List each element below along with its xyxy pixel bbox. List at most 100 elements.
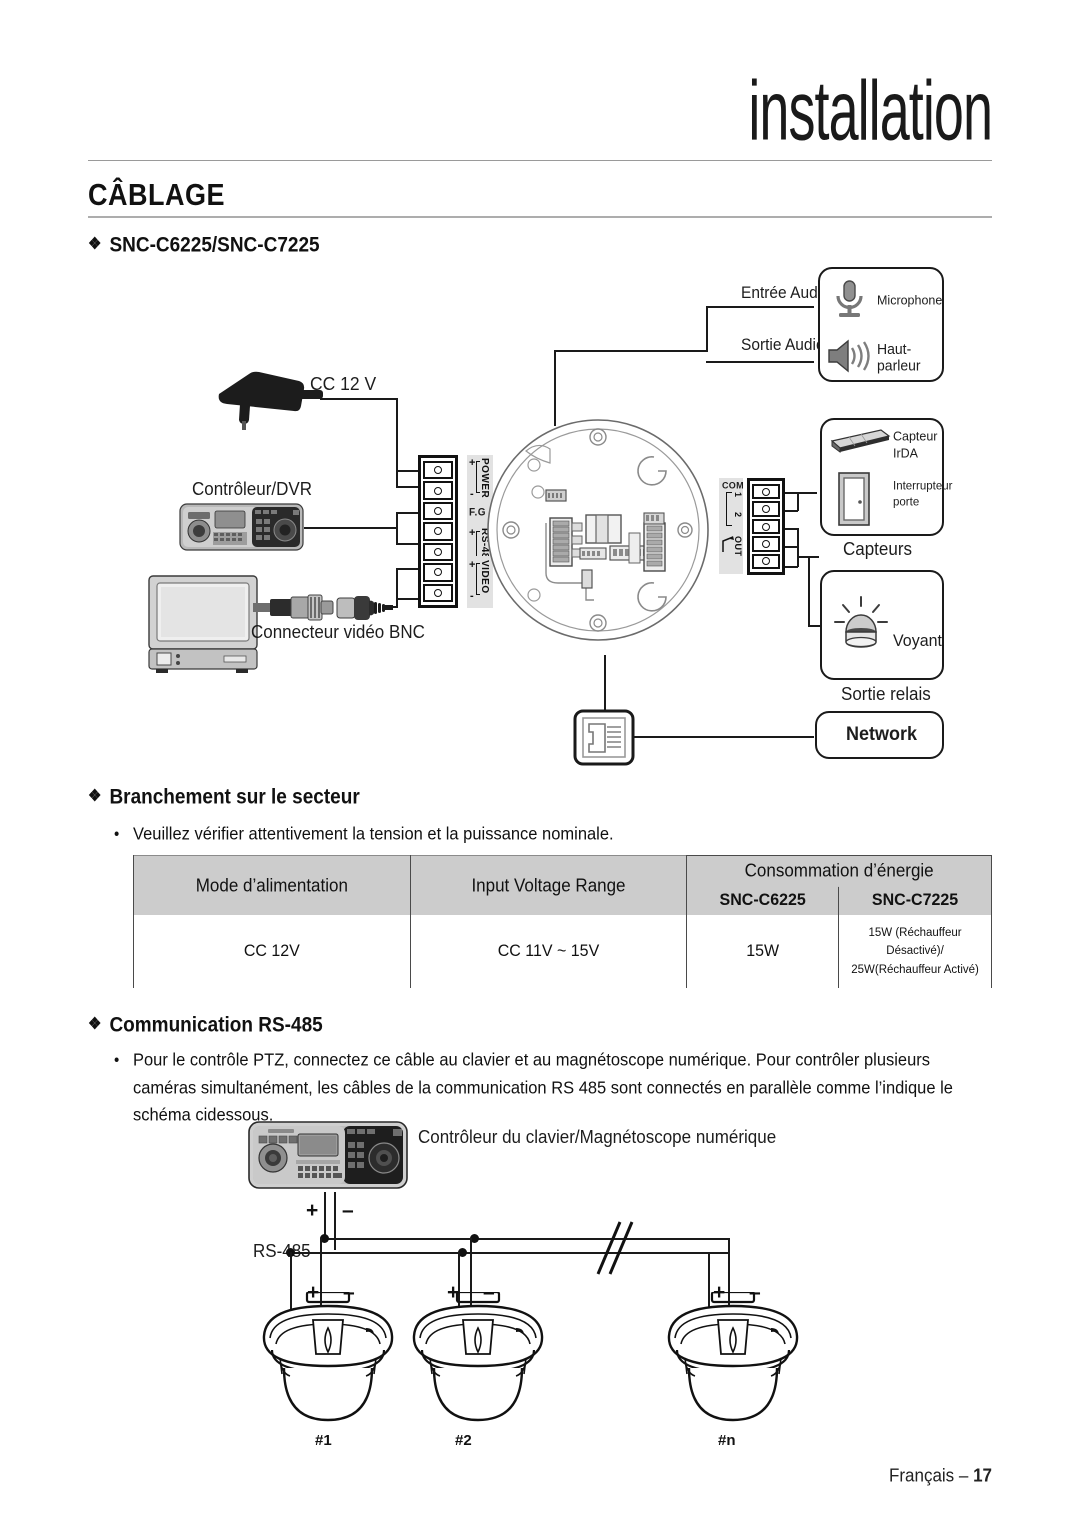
monitor-icon — [148, 575, 260, 678]
rs485-diagram: Contrôleur du clavier/Magnétoscope numér… — [0, 0, 1080, 1524]
speaker-label-line1: Haut- — [877, 340, 912, 357]
header-consumption: Consommation d’énergie — [686, 854, 992, 887]
keyboard-controller-icon — [248, 1120, 408, 1197]
subsection-power: ❖ Branchement sur le secteur — [88, 786, 360, 810]
header-model-c6225: SNC-C6225 — [686, 884, 840, 917]
terminal-pin — [752, 536, 780, 552]
controller-minus-sign: – — [342, 1199, 354, 1222]
diamond-bullet-icon: ❖ — [88, 1014, 102, 1034]
subsection-models-label: SNC-C6225/SNC-C7225 — [109, 233, 320, 257]
subsection-power-label: Branchement sur le secteur — [109, 785, 360, 809]
relay-wire-h4 — [808, 625, 820, 627]
page-title: CÂBLAGE — [88, 178, 225, 212]
cell-c6225: 15W — [686, 912, 840, 991]
door-switch-label: Interrupteur porte — [893, 479, 952, 511]
terminal-fg-label: F.G — [469, 507, 487, 519]
power-wire-h2 — [396, 470, 418, 472]
audio-in-label: Entrée Audio — [741, 284, 830, 303]
alarm-lamp-icon — [833, 596, 889, 655]
chapter-title: installation — [748, 64, 993, 159]
irda-sensor-icon — [829, 427, 891, 460]
controller-minus-wire — [334, 1192, 336, 1250]
power-supply-label: CC 12 V — [310, 373, 377, 395]
cell-voltage: CC 11V ~ 15V — [409, 912, 688, 991]
terminal-pin — [423, 481, 453, 500]
terminal-pin — [423, 501, 453, 521]
subsection-rs485-label: Communication RS-485 — [109, 1013, 323, 1037]
terminal-pin — [423, 542, 453, 562]
terminal-pin — [423, 563, 453, 582]
sensor-wire-v1 — [797, 492, 799, 511]
bnc-connector-label: Connecteur vidéo BNC — [251, 622, 425, 643]
controller-plus-sign: + — [306, 1199, 319, 1222]
footer-page-number: 17 — [973, 1465, 992, 1486]
cell-c7225-line2: 25W(Réchauffeur Activé) — [851, 962, 979, 976]
video-minus-sign: - — [470, 590, 474, 602]
table-head: Mode d’alimentation Input Voltage Range … — [133, 853, 992, 918]
rs485-wire-h3 — [396, 543, 418, 545]
terminal-pin — [752, 553, 780, 570]
sensor-wire-h1 — [785, 492, 817, 494]
power-bullet: • Veuillez vérifier attentivement la tens… — [114, 821, 614, 849]
subsection-models: ❖ SNC-C6225/SNC-C7225 — [88, 234, 320, 258]
diamond-bullet-icon: ❖ — [88, 234, 102, 254]
power-bracket — [476, 461, 480, 493]
bus-line-plus-right — [650, 1238, 730, 1240]
network-wire-h — [634, 736, 814, 738]
rs485-wire-v1 — [396, 513, 398, 545]
rs485-wire-h2 — [396, 512, 418, 514]
terminal-pin — [752, 501, 780, 517]
terminal-pin — [752, 484, 780, 500]
relay-wire-v2 — [808, 556, 810, 626]
network-wire-v — [604, 655, 606, 710]
video-wire-v1 — [396, 568, 398, 608]
cell-mode: CC 12V — [133, 912, 411, 991]
table-body: CC 12V CC 11V ~ 15V 15W 15W (Réchauffeur… — [133, 912, 992, 991]
power-wire-h1 — [320, 398, 398, 400]
subsection-rs485: ❖ Communication RS-485 — [88, 1014, 323, 1038]
alarm-out-label: OUT — [733, 536, 743, 557]
bus-line-minus-left — [290, 1252, 710, 1254]
irda-label-line1: Capteur — [893, 429, 938, 444]
microphone-label: Microphone — [877, 293, 943, 308]
power-plus-sign: + — [469, 457, 476, 469]
dome-camera-1-label: #1 — [315, 1432, 332, 1449]
audio-in-wire-v — [554, 350, 556, 426]
microphone-icon — [832, 279, 866, 326]
controller-dvr-icon — [179, 500, 304, 557]
alarm-input-1-label: 1 — [733, 492, 743, 498]
sensor-wire-h3 — [785, 528, 798, 530]
relay-wire-h2 — [785, 566, 798, 568]
sensor-wire-v2 — [797, 528, 799, 548]
header-divider — [88, 160, 992, 161]
door-switch-icon — [838, 472, 870, 531]
sensors-caption: Capteurs — [843, 539, 912, 560]
rs485-controller-label: Contrôleur du clavier/Magnétoscope numér… — [418, 1127, 777, 1148]
diamond-bullet-icon: ❖ — [88, 786, 102, 806]
audio-out-label: Sortie Audio — [741, 336, 825, 355]
terminal-pin — [423, 461, 453, 480]
audio-in-wire-h — [554, 350, 708, 352]
wire-break-icon — [586, 1218, 642, 1283]
power-wire-h3 — [396, 486, 418, 488]
video-wire-h2 — [396, 568, 418, 570]
bullet-dot-icon: • — [114, 1051, 120, 1070]
dome-camera-2-label: #2 — [455, 1432, 472, 1449]
alarm-terminal-block — [747, 478, 785, 575]
cell-c7225: 15W (Réchauffeur Désactivé)/ 25W(Réchauf… — [838, 912, 992, 991]
rs485-wire-h1 — [304, 527, 398, 529]
speaker-icon — [827, 339, 871, 378]
alarm-com-label: COM — [722, 480, 744, 491]
speaker-label-line2: parleur — [877, 357, 921, 375]
rs485-bullet: • Pour le contrôle PTZ, connectez ce câbl… — [114, 1047, 995, 1130]
video-wire-h3 — [396, 598, 418, 600]
relay-output-caption: Sortie relais — [841, 684, 931, 705]
page-title-divider — [88, 216, 992, 218]
camera-terminal-block — [418, 455, 458, 608]
page-header: installation — [0, 0, 1080, 175]
terminal-pin — [423, 583, 453, 602]
power-minus-sign: - — [470, 488, 474, 500]
rs485-plus-sign: + — [469, 527, 476, 539]
relay-wire-h3 — [797, 556, 819, 558]
footer-language: Français – — [888, 1465, 974, 1486]
